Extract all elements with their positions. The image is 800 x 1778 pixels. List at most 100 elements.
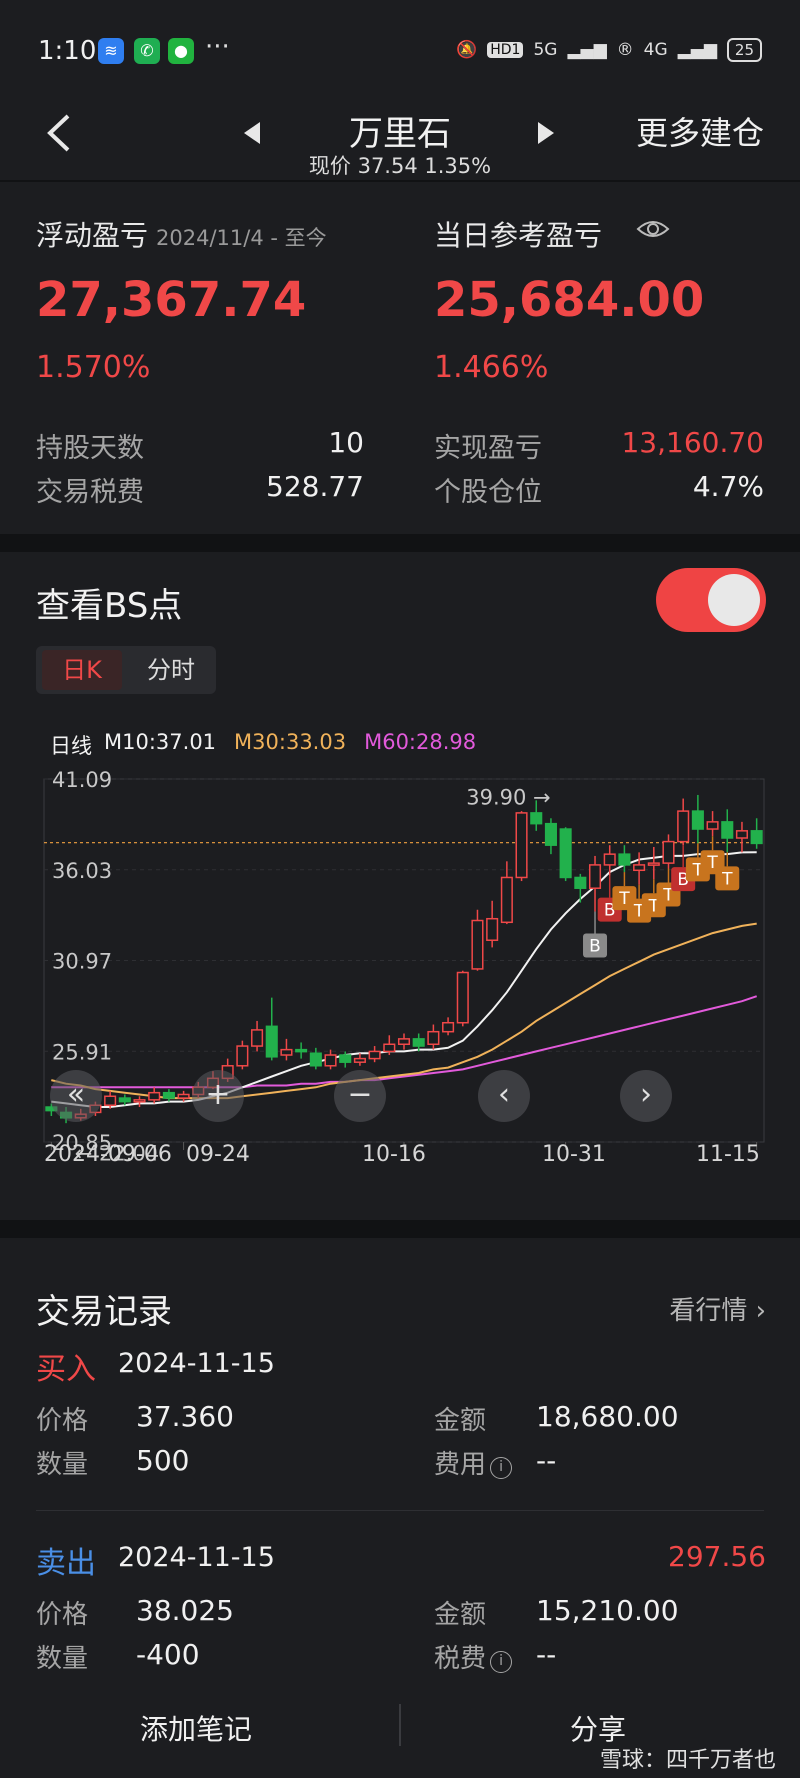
qty-value-sell: -400 [136, 1638, 200, 1671]
candle-body [603, 853, 616, 866]
candle-body [148, 1091, 161, 1101]
day-pl-value: 25,684.00 [434, 272, 705, 328]
candle-body [530, 812, 543, 825]
chevron-right-icon: › [755, 1296, 766, 1326]
view-quote-link[interactable]: 看行情 › [669, 1290, 766, 1327]
tab-daily-k[interactable]: 日K [42, 650, 122, 690]
amount-value-buy: 18,680.00 [536, 1400, 679, 1433]
scroll-right-button[interactable]: › [620, 1070, 672, 1122]
candle-body [574, 876, 587, 889]
candle-body [397, 1038, 411, 1046]
candle-body [677, 810, 690, 843]
trades-title: 交易记录 [36, 1292, 172, 1332]
candle-body [162, 1091, 175, 1099]
x-tick-1: 2024-09-06 [44, 1142, 172, 1167]
trade-fee-label: 交易税费 [36, 477, 144, 508]
price-value-buy: 37.360 [136, 1400, 234, 1433]
fee-value-buy: -- [536, 1444, 557, 1477]
candle-body [515, 812, 528, 879]
nav-bar: 万里石 现价 37.54 1.35% 更多建仓 [0, 100, 800, 180]
candle-body [588, 864, 602, 889]
status-time: 1:10 [38, 36, 97, 66]
candle-body [427, 1030, 440, 1046]
realized-pl-value: 13,160.70 [621, 426, 764, 459]
x-tick-2: 09-24 [186, 1142, 250, 1167]
tax-label: 税费 i [434, 1638, 513, 1675]
back-to-start-button[interactable]: « [50, 1070, 102, 1122]
candle-body [265, 1025, 278, 1058]
signal-bars-icon-2: ▂▄▆ [677, 40, 717, 60]
hd-badge: HD1 [487, 42, 524, 58]
y-tick-label: 30.97 [52, 950, 112, 974]
bs-toggle[interactable] [656, 568, 766, 632]
scroll-left-button[interactable]: ‹ [478, 1070, 530, 1122]
phone-icon: ✆ [134, 38, 160, 64]
trades-card: 交易记录 看行情 › 买入 2024-11-15 价格 37.360 金额 18… [0, 1238, 800, 1778]
realized-pl-label: 实现盈亏 [434, 433, 542, 464]
marker-label: T [721, 869, 733, 889]
float-pl-value: 27,367.74 [36, 272, 307, 328]
candle-body [456, 971, 469, 1024]
candle-body [104, 1095, 117, 1106]
candle-body [251, 1029, 264, 1047]
trade-date-buy: 2024-11-15 [118, 1348, 275, 1379]
candle-body [236, 1045, 249, 1067]
chart-legend: 日线 M10:37.01 M30:33.03 M60:28.98 [50, 730, 476, 760]
kline-chart[interactable]: 41.0936.0330.9725.9120.8539.90 →← 22.04B… [0, 757, 800, 1167]
float-pl-label: 浮动盈亏 2024/11/4 - 至今 [36, 219, 327, 252]
zoom-in-button[interactable]: + [192, 1070, 244, 1122]
legend-daily: 日线 [50, 734, 92, 758]
candle-body [177, 1093, 190, 1099]
candle-body [486, 917, 499, 941]
x-tick-4: 10-31 [542, 1142, 606, 1167]
current-price: 现价 37.54 1.35% [308, 154, 492, 178]
app-icon-a: ≋ [98, 38, 124, 64]
wechat-icon: ● [168, 38, 194, 64]
tax-value-sell: -- [536, 1638, 557, 1671]
battery-icon: 25 [726, 38, 762, 62]
toggle-knob [708, 574, 760, 626]
candle-body [339, 1054, 352, 1063]
max-price-label: 39.90 → [466, 785, 550, 809]
pl-card: 浮动盈亏 2024/11/4 - 至今 当日参考盈亏 27,367.74 25,6… [0, 182, 800, 534]
candle-body [500, 876, 513, 924]
candle-body [442, 1021, 455, 1033]
bs-title: 查看BS点 [36, 586, 183, 626]
candle-body [706, 821, 719, 830]
candle-body [133, 1099, 146, 1103]
signal-bars-icon: ▂▄▆ [567, 40, 607, 60]
mute-icon: 🔕 [456, 40, 478, 60]
candle-body [471, 919, 484, 970]
y-tick-label: 41.09 [52, 768, 112, 792]
day-pl-label: 当日参考盈亏 [434, 219, 603, 252]
candle-body [309, 1052, 322, 1067]
next-stock-icon[interactable] [536, 118, 558, 148]
info-icon[interactable]: i [490, 1457, 513, 1479]
candle-body [633, 864, 646, 872]
zoom-out-button[interactable]: − [334, 1070, 386, 1122]
more-positions-button[interactable]: 更多建仓 [636, 108, 764, 154]
divider [36, 1510, 764, 1511]
info-icon-2[interactable]: i [490, 1651, 513, 1673]
candle-body [618, 853, 631, 866]
status-bar: 1:10 ≋ ✆ ● ··· 🔕 HD1 5G ▂▄▆ ® 4G ▂▄▆ 25 [0, 0, 800, 100]
candle-body [324, 1054, 337, 1067]
candle-body [118, 1097, 131, 1103]
trade-profit-sell: 297.56 [668, 1540, 766, 1573]
trade-date-sell: 2024-11-15 [118, 1542, 275, 1573]
add-note-button[interactable]: 添加笔记 [140, 1708, 252, 1748]
float-pl-pct: 1.570% [36, 350, 151, 385]
eye-icon[interactable] [636, 217, 670, 241]
price-label-sell: 价格 [36, 1600, 89, 1630]
candle-body [353, 1057, 366, 1063]
status-indicators: 🔕 HD1 5G ▂▄▆ ® 4G ▂▄▆ 25 [456, 38, 762, 62]
x-tick-5: 11-15 [696, 1142, 760, 1167]
position-label: 个股仓位 [434, 477, 542, 508]
tab-intraday[interactable]: 分时 [132, 650, 210, 690]
qty-value-buy: 500 [136, 1444, 190, 1477]
candle-body [544, 822, 557, 846]
candle-body [368, 1050, 381, 1060]
candle-body [280, 1048, 293, 1056]
legend-m30: M30:33.03 [234, 730, 347, 754]
qty-label: 数量 [36, 1450, 89, 1480]
